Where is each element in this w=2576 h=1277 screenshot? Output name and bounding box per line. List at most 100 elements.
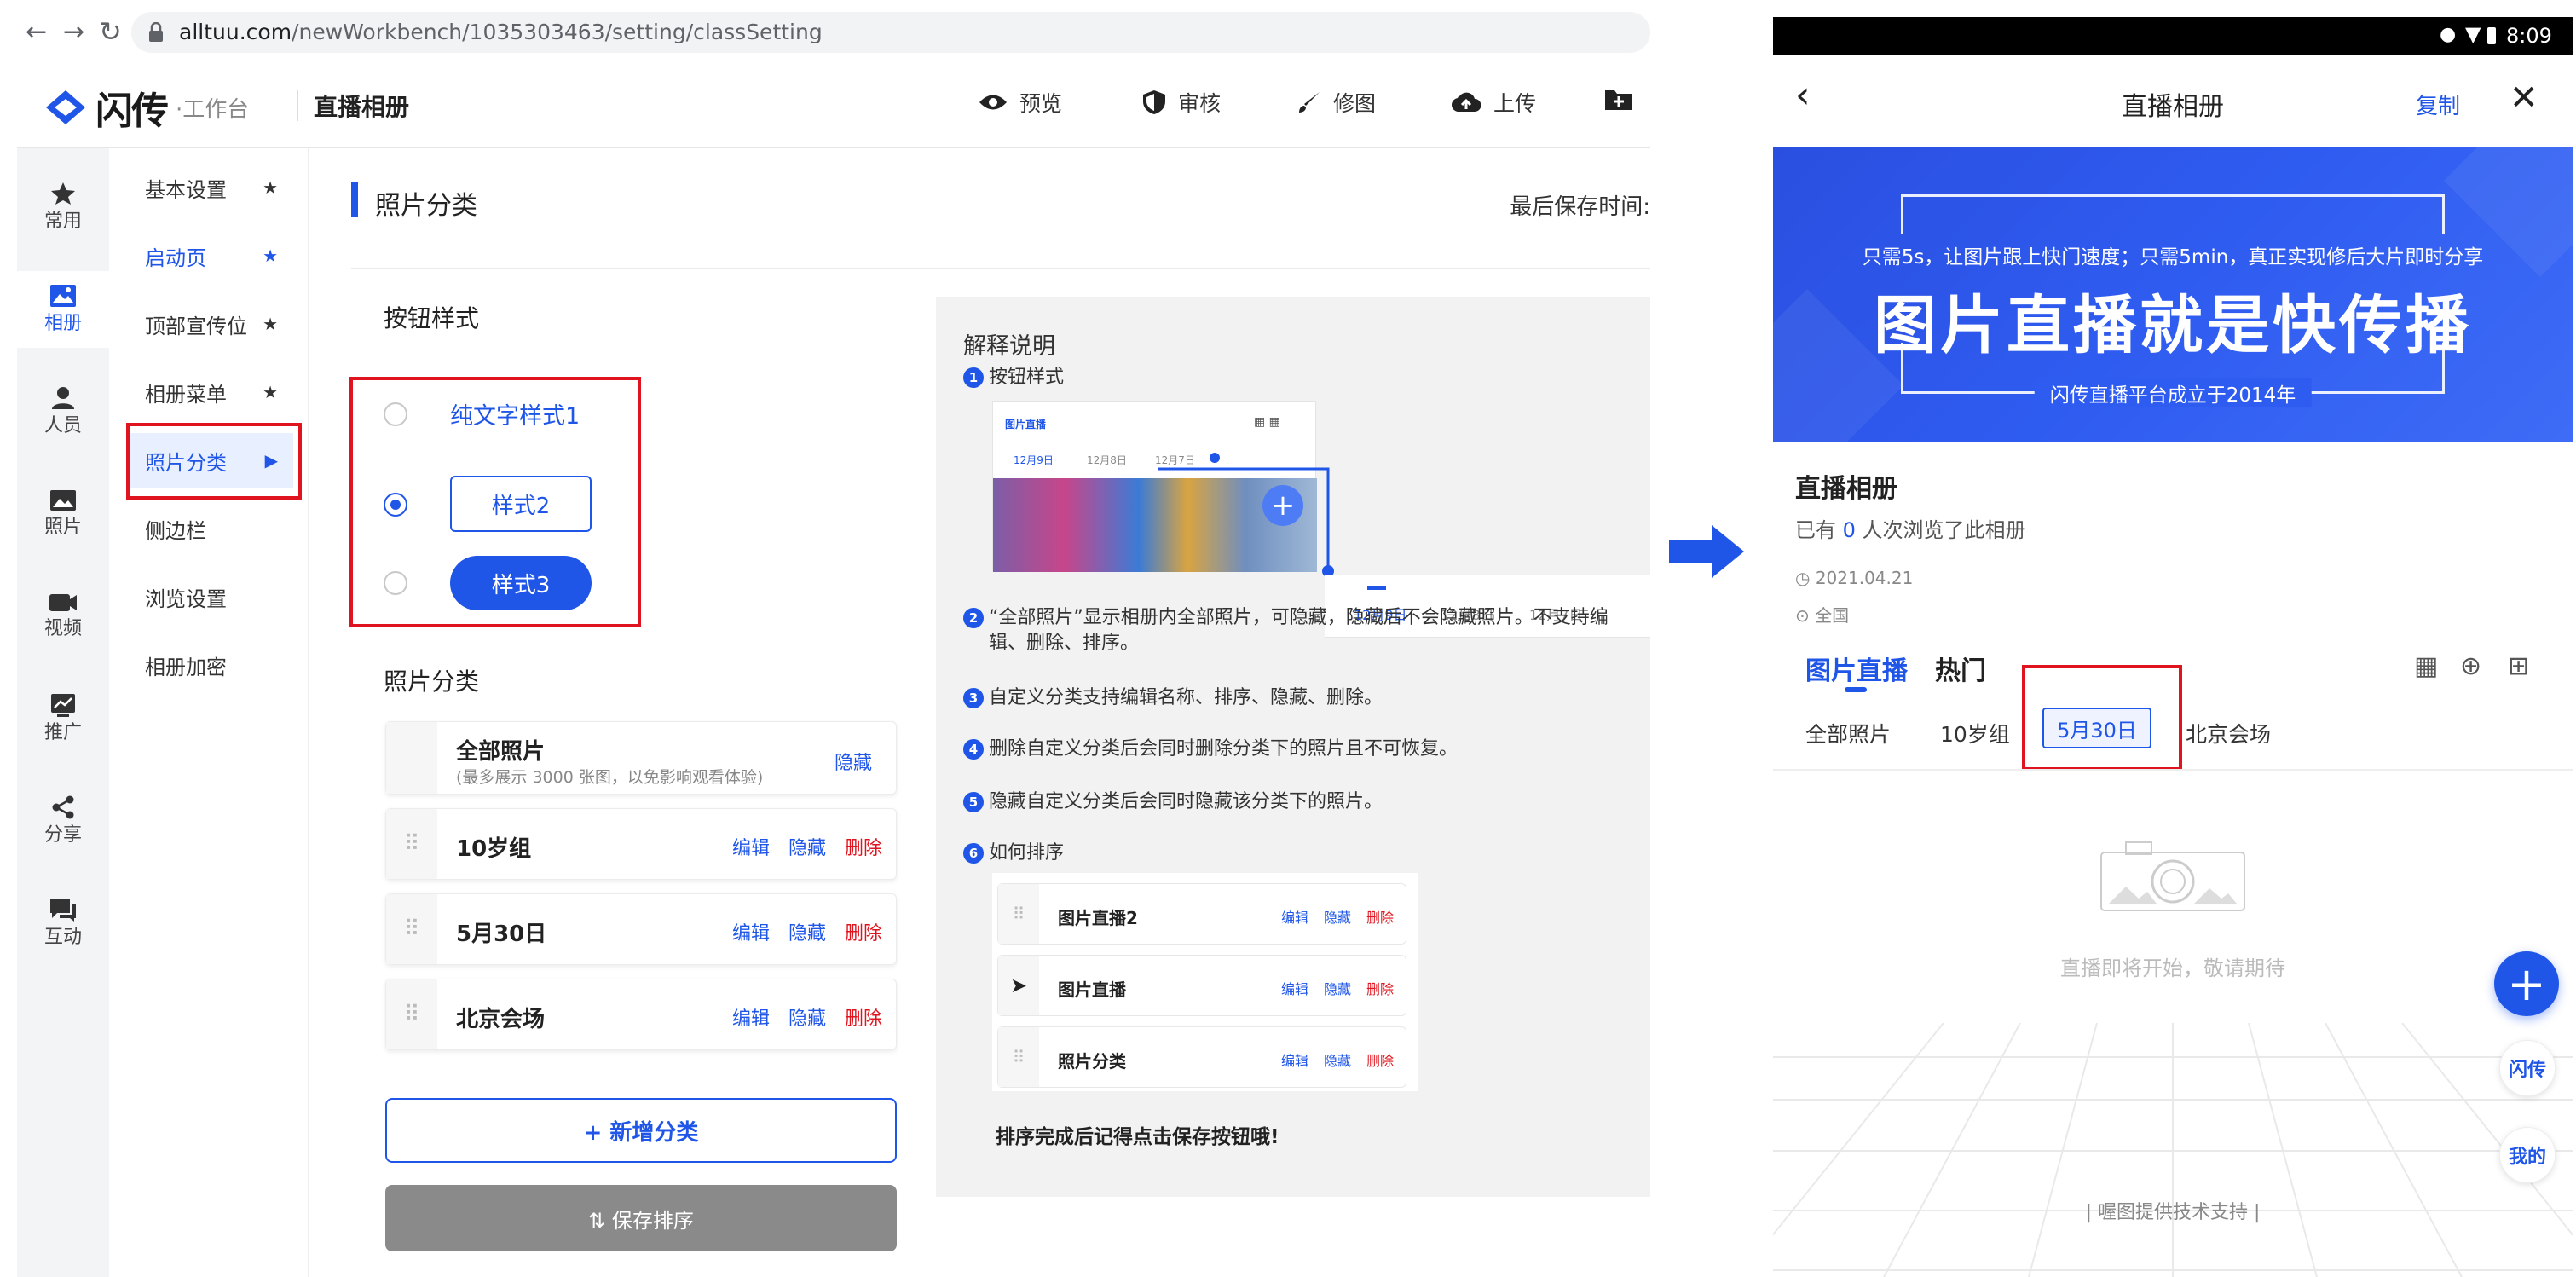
sort-example-row: ➤ 图片直播 编辑 隐藏 删除 bbox=[997, 955, 1406, 1016]
step-number: 1 bbox=[963, 367, 984, 388]
brush-icon bbox=[1299, 92, 1320, 113]
row-actions: 编辑 隐藏 删除 bbox=[732, 1003, 882, 1031]
grid-view-icon[interactable]: ⊞ bbox=[2508, 651, 2529, 681]
rail-item-album[interactable]: 相册 bbox=[17, 271, 109, 348]
submenu-item-album-encrypt[interactable]: 相册加密 bbox=[126, 638, 293, 692]
banner-headline: 图片直播就是快传播 bbox=[1874, 289, 2472, 362]
globe-icon[interactable]: ⊕ bbox=[2460, 651, 2481, 681]
all-photos-hide-link[interactable]: 隐藏 bbox=[835, 748, 872, 775]
rail-label: 人员 bbox=[43, 415, 82, 436]
edit-link[interactable]: 编辑 bbox=[732, 833, 770, 860]
tab-popular[interactable]: 热门 bbox=[1935, 650, 1986, 687]
date-text: 2021.04.21 bbox=[1815, 568, 1914, 588]
subtab-all-photos[interactable]: 全部照片 bbox=[1805, 718, 1891, 748]
submenu-item-album-menu[interactable]: 相册菜单 ★ bbox=[126, 365, 293, 419]
empty-state-text: 直播即将开始，敬请期待 bbox=[2060, 956, 2285, 980]
views-suffix: 人次浏览了此相册 bbox=[1855, 518, 2026, 542]
icon-rail: 常用 相册 人员 照片 视频 推广 分享 互动 bbox=[17, 148, 109, 1277]
preview-button[interactable]: 预览 bbox=[979, 87, 1062, 118]
rail-item-common[interactable]: 常用 bbox=[17, 169, 109, 246]
browser-address-bar: ← → ↻ alltuu.com/newWorkbench/1035303463… bbox=[17, 0, 1650, 63]
explanation-item: 6 如何排序 bbox=[963, 841, 1064, 866]
close-icon[interactable]: ✕ bbox=[2510, 78, 2538, 118]
back-arrow-icon[interactable]: ← bbox=[26, 17, 47, 47]
add-category-button[interactable]: + 新增分类 bbox=[385, 1098, 897, 1163]
rail-item-photos[interactable]: 照片 bbox=[17, 476, 109, 552]
grid-floor-decoration bbox=[1773, 1023, 2573, 1277]
rail-item-interact[interactable]: 互动 bbox=[17, 885, 109, 962]
rail-item-promote[interactable]: 推广 bbox=[17, 680, 109, 757]
qr-code-icon[interactable]: ▦ bbox=[2414, 651, 2438, 681]
folder-plus-icon bbox=[1605, 90, 1632, 110]
star-icon[interactable]: ★ bbox=[263, 246, 278, 266]
retouch-button[interactable]: 修图 bbox=[1297, 87, 1376, 118]
zoom-tab-underline bbox=[1367, 586, 1386, 590]
star-icon[interactable]: ★ bbox=[263, 314, 278, 334]
shanchuan-logo-icon bbox=[46, 90, 85, 124]
sort-example-row: ⠿ 照片分类 编辑 隐藏 删除 bbox=[997, 1026, 1406, 1088]
star-icon[interactable]: ★ bbox=[263, 382, 278, 402]
hide-link[interactable]: 隐藏 bbox=[788, 918, 826, 945]
category-name: 5月30日 bbox=[456, 922, 547, 947]
rail-label: 分享 bbox=[43, 824, 82, 846]
mini-grid-icon: ▦ ▦ bbox=[1254, 415, 1280, 429]
delete-link: 删除 bbox=[1366, 910, 1394, 926]
save-sort-button[interactable]: ⇅ 保存排序 bbox=[385, 1185, 897, 1251]
mine-fab[interactable]: 我的 bbox=[2499, 1127, 2556, 1183]
star-icon[interactable]: ★ bbox=[263, 177, 278, 198]
rail-item-staff[interactable]: 人员 bbox=[17, 373, 109, 450]
submenu-item-browse-settings[interactable]: 浏览设置 bbox=[126, 569, 293, 624]
tech-support-text: | 喔图提供技术支持 | bbox=[2085, 1202, 2261, 1223]
delete-link[interactable]: 删除 bbox=[845, 918, 882, 945]
shanchuan-fab[interactable]: 闪传 bbox=[2499, 1040, 2556, 1096]
category-row[interactable]: ⠿ 北京会场 编辑 隐藏 删除 bbox=[385, 979, 897, 1050]
explanation-text: 如何排序 bbox=[989, 842, 1065, 864]
category-row[interactable]: ⠿ 10岁组 编辑 隐藏 删除 bbox=[385, 808, 897, 880]
drag-handle-icon[interactable]: ⠿ bbox=[386, 809, 437, 879]
review-button[interactable]: 审核 bbox=[1142, 87, 1221, 118]
rail-label: 互动 bbox=[43, 927, 82, 948]
video-icon bbox=[49, 594, 77, 611]
submenu-item-splash[interactable]: 启动页 ★ bbox=[126, 228, 293, 283]
category-name: 10岁组 bbox=[456, 836, 532, 862]
content-divider bbox=[351, 268, 1650, 269]
row-actions: 编辑 隐藏 删除 bbox=[1281, 978, 1394, 998]
submenu-label: 相册加密 bbox=[145, 655, 227, 679]
edit-link[interactable]: 编辑 bbox=[732, 918, 770, 945]
url-field[interactable]: alltuu.com/newWorkbench/1035303463/setti… bbox=[131, 12, 1650, 53]
reload-icon[interactable]: ↻ bbox=[99, 15, 122, 48]
subtab-10-age-group[interactable]: 10岁组 bbox=[1940, 718, 2010, 748]
new-folder-button[interactable] bbox=[1604, 87, 1633, 111]
preview-label: 预览 bbox=[1019, 91, 1063, 116]
delete-link[interactable]: 删除 bbox=[845, 833, 882, 860]
sort-footer-note: 排序完成后记得点击保存按钮哦! bbox=[996, 1126, 1279, 1148]
rail-label: 相册 bbox=[43, 313, 82, 334]
hide-link[interactable]: 隐藏 bbox=[788, 1003, 826, 1031]
chart-icon bbox=[51, 694, 75, 717]
submenu-item-basic-settings[interactable]: 基本设置 ★ bbox=[126, 160, 293, 215]
rail-item-share[interactable]: 分享 bbox=[17, 783, 109, 859]
tab-live-photos[interactable]: 图片直播 bbox=[1805, 650, 1908, 687]
row-actions: 编辑 隐藏 删除 bbox=[732, 833, 882, 860]
cursor-pointer-icon: ➤ bbox=[998, 956, 1039, 1015]
edit-link[interactable]: 编辑 bbox=[732, 1003, 770, 1031]
submenu-item-top-banner[interactable]: 顶部宣传位 ★ bbox=[126, 297, 293, 351]
drag-handle-icon[interactable]: ⠿ bbox=[386, 979, 437, 1049]
category-row[interactable]: ⠿ 5月30日 编辑 隐藏 删除 bbox=[385, 893, 897, 965]
url-path: /newWorkbench/1035303463/setting/classSe… bbox=[292, 20, 823, 44]
submenu-item-sidebar[interactable]: 侧边栏 bbox=[126, 501, 293, 556]
forward-arrow-icon[interactable]: → bbox=[63, 17, 84, 47]
submenu-label: 相册菜单 bbox=[145, 382, 227, 407]
highlight-box bbox=[349, 377, 641, 627]
delete-link[interactable]: 删除 bbox=[845, 1003, 882, 1031]
add-photo-fab[interactable]: + bbox=[2494, 951, 2559, 1016]
copy-link[interactable]: 复制 bbox=[2416, 89, 2460, 120]
hide-link[interactable]: 隐藏 bbox=[788, 833, 826, 860]
upload-button[interactable]: 上传 bbox=[1451, 87, 1536, 118]
lock-icon bbox=[149, 22, 163, 42]
drag-handle-icon[interactable]: ⠿ bbox=[386, 894, 437, 964]
row-actions: 编辑 隐藏 删除 bbox=[1281, 906, 1394, 927]
rail-item-video[interactable]: 视频 bbox=[17, 578, 109, 655]
delete-link: 删除 bbox=[1366, 981, 1394, 997]
subtab-beijing-venue[interactable]: 北京会场 bbox=[2186, 718, 2271, 748]
